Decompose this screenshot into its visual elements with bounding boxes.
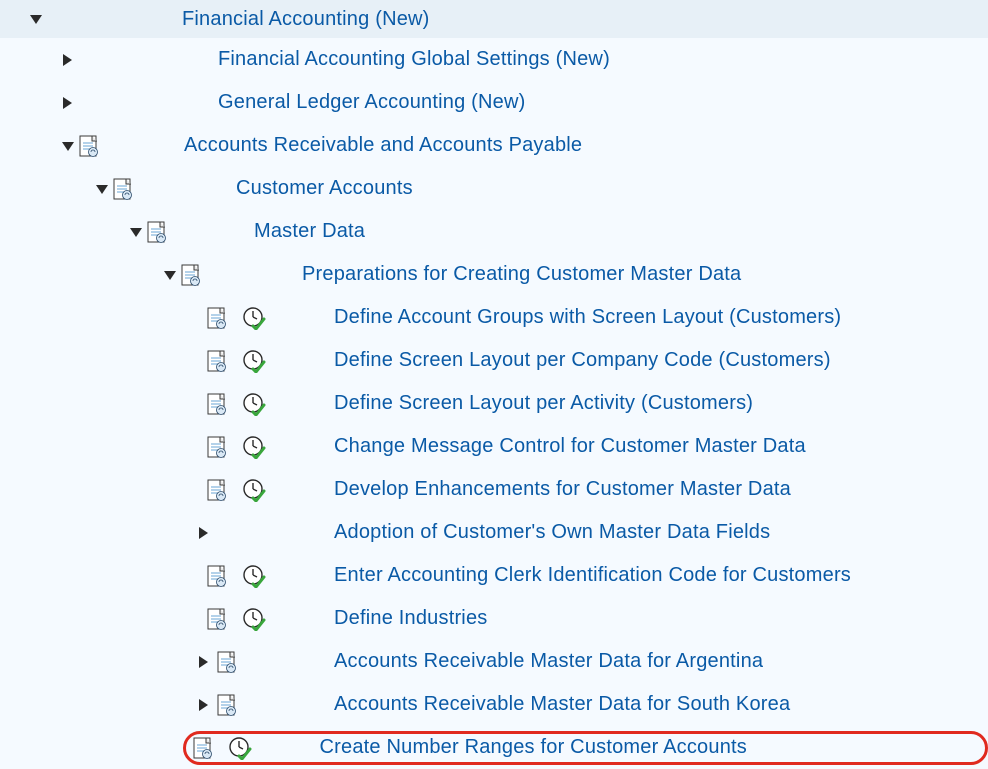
- document-icon: [206, 608, 242, 630]
- chevron-right-icon[interactable]: [194, 653, 214, 671]
- document-icon: [206, 393, 242, 415]
- clock-check-icon[interactable]: [242, 478, 278, 502]
- document-icon: [192, 737, 228, 759]
- tree-label: Define Screen Layout per Company Code (C…: [334, 349, 831, 372]
- tree-label: Enter Accounting Clerk Identification Co…: [334, 564, 851, 587]
- document-icon: [146, 221, 176, 243]
- tree-label: Financial Accounting Global Settings (Ne…: [218, 48, 610, 71]
- highlight-annotation: Create Number Ranges for Customer Accoun…: [183, 731, 988, 765]
- clock-check-icon[interactable]: [242, 306, 278, 330]
- tree-row[interactable]: Enter Accounting Clerk Identification Co…: [0, 554, 988, 597]
- tree-row[interactable]: Define Screen Layout per Company Code (C…: [0, 339, 988, 382]
- document-icon: [180, 264, 210, 286]
- clock-check-icon[interactable]: [242, 607, 278, 631]
- tree-label: Accounts Receivable and Accounts Payable: [184, 134, 582, 157]
- clock-check-icon[interactable]: [242, 392, 278, 416]
- tree-label: Develop Enhancements for Customer Master…: [334, 478, 791, 501]
- tree-label: Adoption of Customer's Own Master Data F…: [334, 521, 770, 544]
- tree-label: Accounts Receivable Master Data for Sout…: [334, 693, 790, 716]
- tree-row[interactable]: Preparations for Creating Customer Maste…: [0, 253, 988, 296]
- chevron-right-icon[interactable]: [58, 51, 78, 69]
- document-icon: [214, 651, 242, 673]
- tree-label: Accounts Receivable Master Data for Arge…: [334, 650, 763, 673]
- tree-row[interactable]: Master Data: [0, 210, 988, 253]
- tree-row[interactable]: Define Account Groups with Screen Layout…: [0, 296, 988, 339]
- tree-row[interactable]: Define Industries: [0, 597, 988, 640]
- tree-row[interactable]: Accounts Receivable Master Data for Sout…: [0, 683, 988, 726]
- tree-row[interactable]: Accounts Receivable and Accounts Payable: [0, 124, 988, 167]
- chevron-down-icon[interactable]: [58, 137, 78, 155]
- document-icon: [206, 479, 242, 501]
- tree-label: Master Data: [254, 220, 365, 243]
- tree-row[interactable]: Customer Accounts: [0, 167, 988, 210]
- tree-label: Define Industries: [334, 607, 487, 630]
- chevron-right-icon[interactable]: [194, 696, 214, 714]
- tree-row[interactable]: Financial Accounting Global Settings (Ne…: [0, 38, 988, 81]
- clock-check-icon[interactable]: [242, 349, 278, 373]
- tree-row-root[interactable]: Financial Accounting (New): [0, 0, 988, 38]
- chevron-down-icon[interactable]: [160, 266, 180, 284]
- chevron-down-icon[interactable]: [126, 223, 146, 241]
- tree-row[interactable]: Change Message Control for Customer Mast…: [0, 425, 988, 468]
- document-icon: [206, 436, 242, 458]
- tree-label: Preparations for Creating Customer Maste…: [302, 263, 741, 286]
- document-icon: [78, 135, 108, 157]
- document-icon: [206, 565, 242, 587]
- chevron-right-icon[interactable]: [58, 94, 78, 112]
- tree-row[interactable]: Define Screen Layout per Activity (Custo…: [0, 382, 988, 425]
- document-icon: [206, 350, 242, 372]
- tree-row[interactable]: Accounts Receivable Master Data for Arge…: [0, 640, 988, 683]
- tree-row-highlighted[interactable]: Create Number Ranges for Customer Accoun…: [0, 726, 988, 769]
- chevron-down-icon[interactable]: [26, 10, 46, 28]
- tree-label: Define Screen Layout per Activity (Custo…: [334, 392, 753, 415]
- clock-check-icon[interactable]: [228, 736, 264, 760]
- tree-label: General Ledger Accounting (New): [218, 91, 525, 114]
- tree-label: Customer Accounts: [236, 177, 413, 200]
- navigation-tree: Financial Accounting (New) Financial Acc…: [0, 0, 988, 769]
- document-icon: [206, 307, 242, 329]
- document-icon: [112, 178, 142, 200]
- tree-label: Financial Accounting (New): [182, 8, 430, 31]
- document-icon: [214, 694, 242, 716]
- chevron-down-icon[interactable]: [92, 180, 112, 198]
- tree-row[interactable]: General Ledger Accounting (New): [0, 81, 988, 124]
- tree-row[interactable]: Adoption of Customer's Own Master Data F…: [0, 511, 988, 554]
- tree-label: Create Number Ranges for Customer Accoun…: [320, 736, 747, 759]
- clock-check-icon[interactable]: [242, 564, 278, 588]
- chevron-right-icon[interactable]: [194, 524, 214, 542]
- clock-check-icon[interactable]: [242, 435, 278, 459]
- tree-row[interactable]: Develop Enhancements for Customer Master…: [0, 468, 988, 511]
- tree-label: Change Message Control for Customer Mast…: [334, 435, 806, 458]
- tree-label: Define Account Groups with Screen Layout…: [334, 306, 841, 329]
